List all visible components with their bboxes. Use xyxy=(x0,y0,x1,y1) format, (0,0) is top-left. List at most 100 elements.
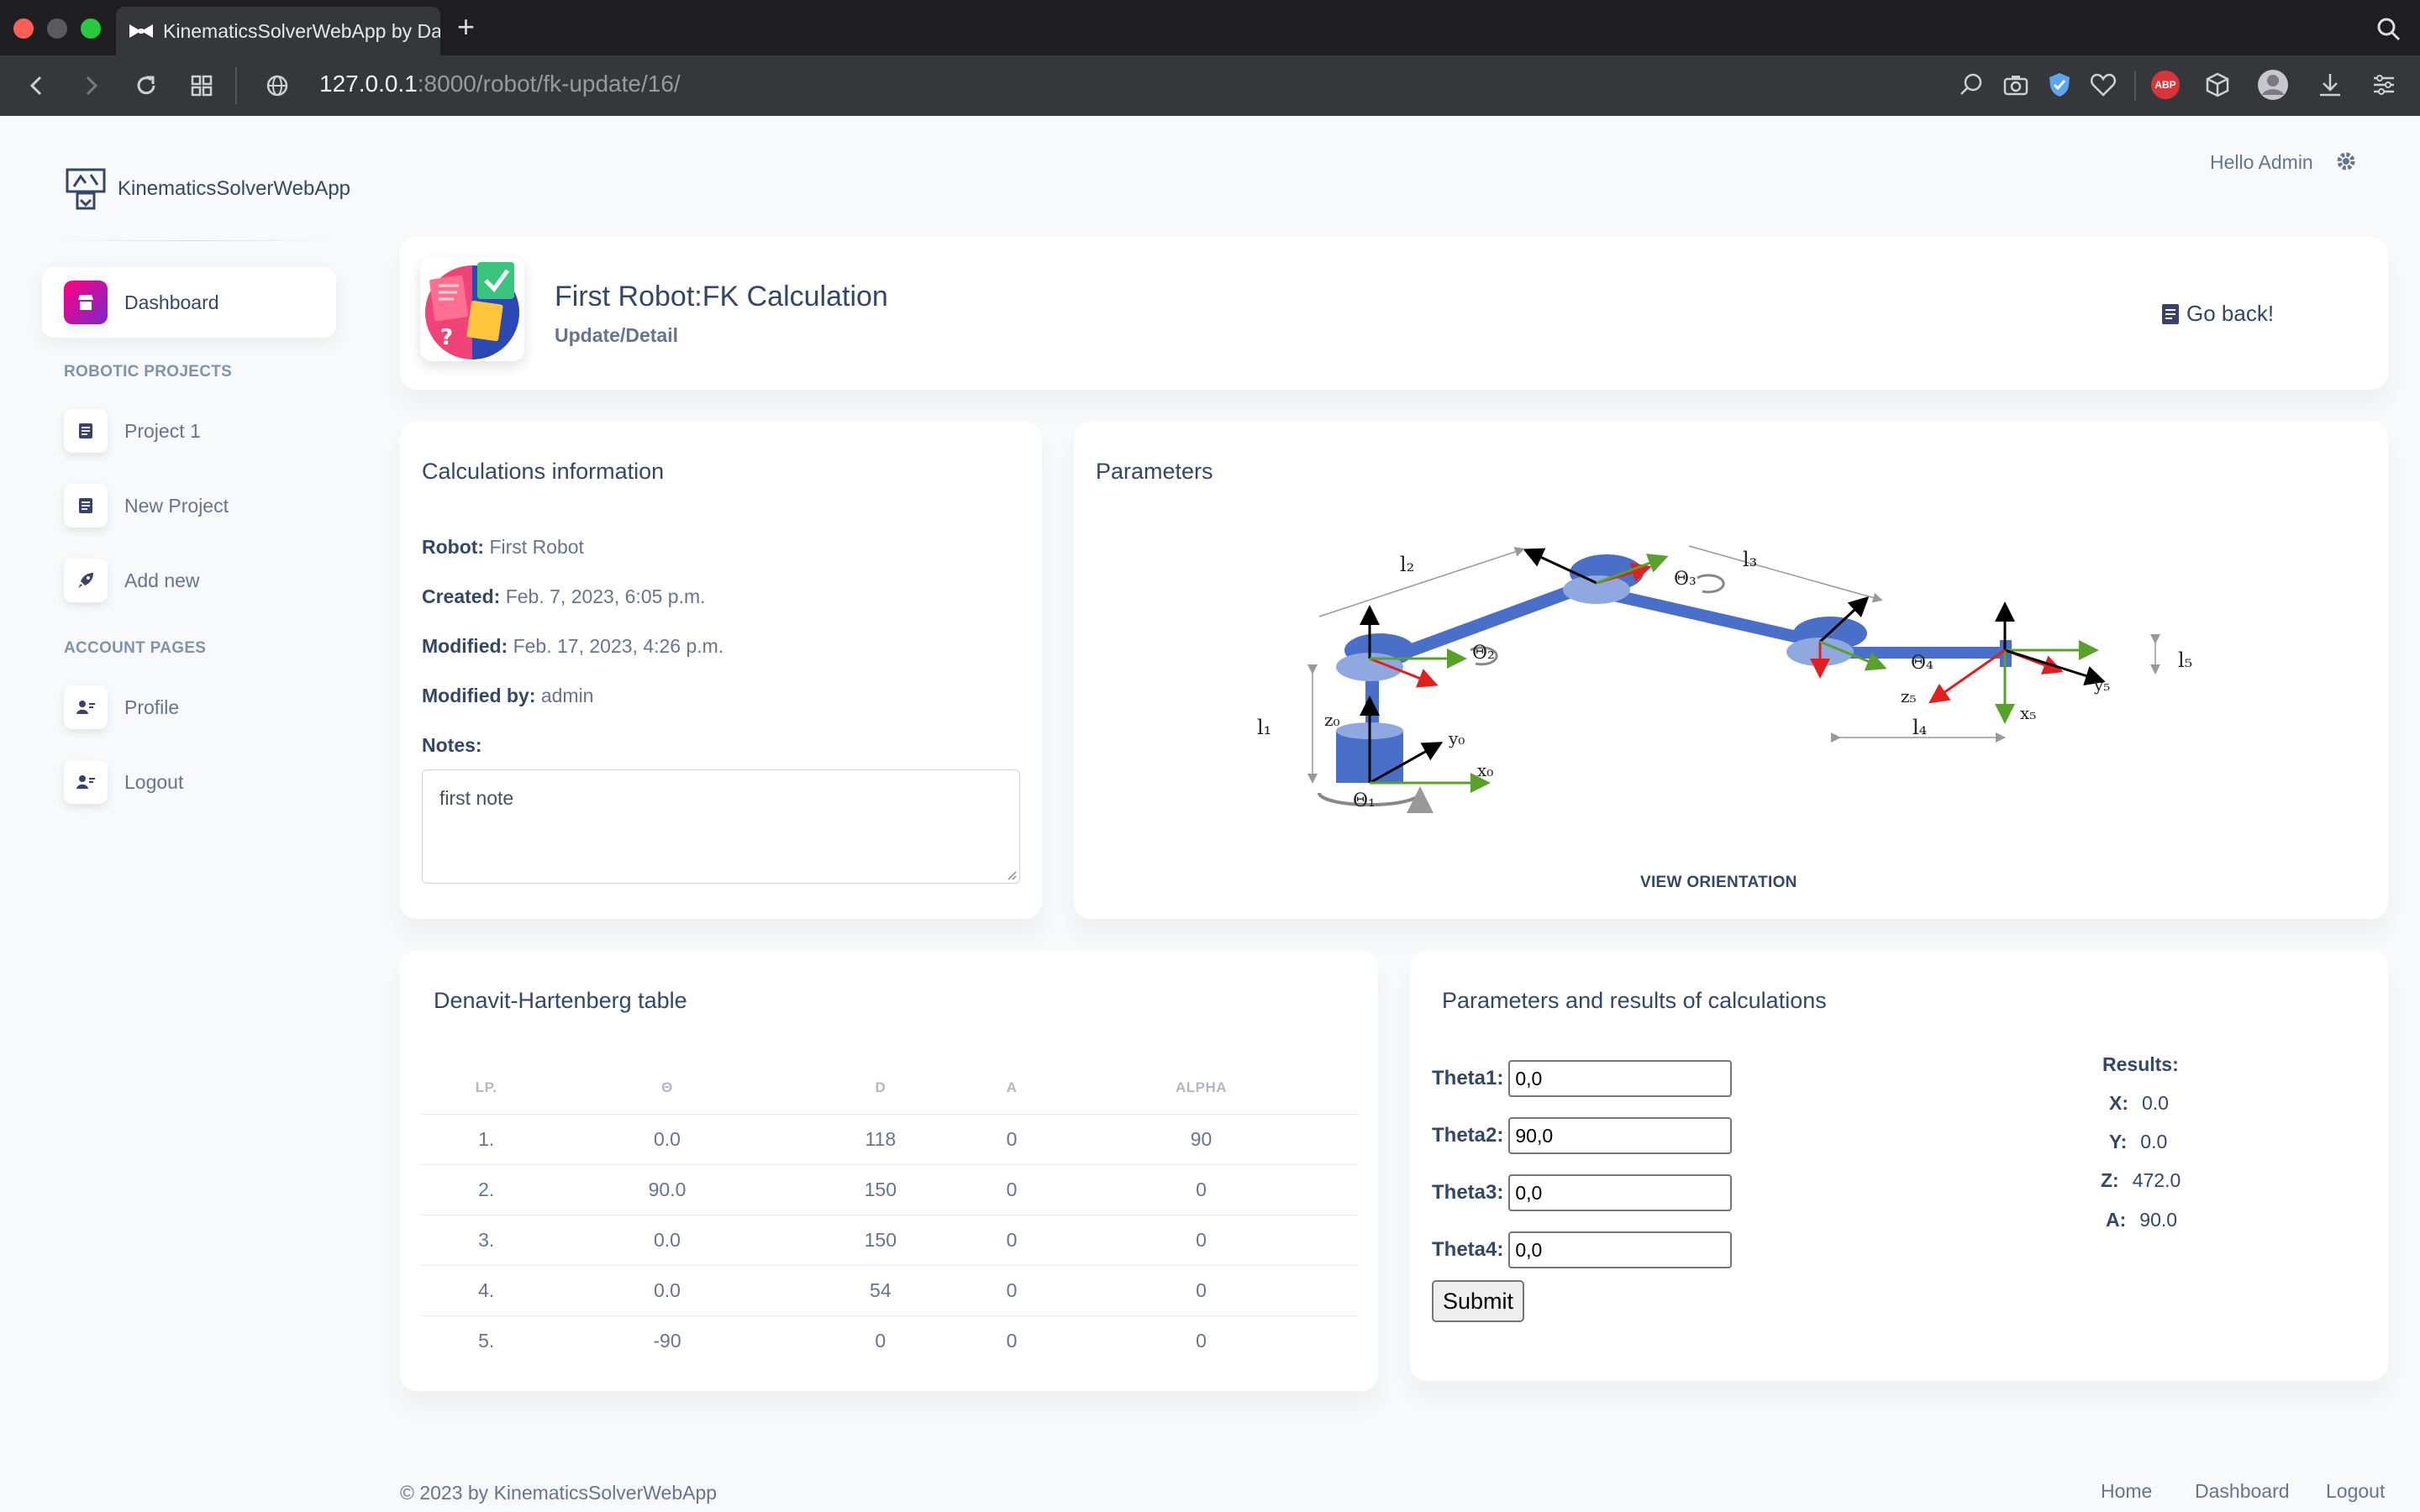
sidebar-item-project-1[interactable]: Project 1 xyxy=(64,409,201,453)
result-x-label: X: xyxy=(2109,1092,2128,1114)
modified-by-label: Modified by: xyxy=(422,685,536,706)
menu-icon[interactable] xyxy=(2370,71,2398,99)
modified-by-row: Modified by: admin xyxy=(422,685,593,707)
address-bar[interactable]: 127.0.0.1:8000/robot/fk-update/16/ xyxy=(319,71,681,97)
adblock-icon[interactable]: ABP xyxy=(2151,71,2180,99)
theta3-input[interactable] xyxy=(1508,1174,1733,1211)
diagram-label-l1: l₁ xyxy=(1257,716,1271,739)
theta2-input[interactable] xyxy=(1508,1117,1733,1154)
svg-text:?: ? xyxy=(440,325,453,350)
footer-logout-link[interactable]: Logout xyxy=(2326,1480,2385,1503)
table-cell: 0 xyxy=(978,1164,1045,1215)
theta4-input[interactable] xyxy=(1508,1231,1733,1268)
sidebar-item-dashboard[interactable]: Dashboard xyxy=(64,281,219,324)
notes-row: Notes: xyxy=(422,734,482,757)
heart-icon[interactable] xyxy=(2089,71,2118,99)
new-tab-button[interactable]: + xyxy=(457,12,475,42)
modified-row: Modified: Feb. 17, 2023, 4:26 p.m. xyxy=(422,635,723,658)
table-row: 3. 0.0 150 0 0 xyxy=(420,1215,1358,1266)
profile-icon[interactable] xyxy=(2257,69,2289,101)
sidebar-section-account: ACCOUNT PAGES xyxy=(64,639,207,657)
footer-dashboard-link[interactable]: Dashboard xyxy=(2195,1480,2290,1503)
browser-tab[interactable]: KinematicsSolverWebApp by Da xyxy=(116,7,440,55)
result-x: X: 0.0 xyxy=(2109,1092,2169,1115)
back-icon[interactable] xyxy=(24,72,50,99)
toolbar-divider xyxy=(235,67,237,104)
brand[interactable]: KinematicsSolverWebApp xyxy=(66,168,350,210)
table-cell: 5. xyxy=(478,1329,495,1352)
box-icon[interactable] xyxy=(2203,71,2232,99)
footer-home-link[interactable]: Home xyxy=(2101,1480,2152,1503)
theta1-input[interactable] xyxy=(1508,1060,1733,1097)
user-icon xyxy=(64,760,108,804)
forward-icon[interactable] xyxy=(77,72,104,99)
document-icon xyxy=(2162,303,2179,324)
shield-icon[interactable] xyxy=(2045,71,2074,99)
column-header: ALPHA xyxy=(1044,1062,1358,1115)
search-icon[interactable] xyxy=(1958,71,1986,99)
bowtie-icon xyxy=(129,24,153,38)
globe-icon[interactable] xyxy=(264,72,291,99)
table-cell: 0 xyxy=(875,1329,886,1352)
url-host: 127.0.0.1 xyxy=(319,71,418,97)
table-cell: 90 xyxy=(1044,1114,1358,1165)
table-cell: 90.0 xyxy=(552,1164,782,1215)
table-row: 2. 90.0 150 0 0 xyxy=(420,1164,1358,1215)
tabs-grid-icon[interactable] xyxy=(188,72,215,99)
table-cell: 3. xyxy=(420,1215,553,1266)
table-cell: 1. xyxy=(420,1114,553,1165)
sidebar-item-label: Logout xyxy=(124,770,184,793)
column-header: A xyxy=(978,1062,1045,1115)
sidebar-item-profile[interactable]: Profile xyxy=(64,685,179,729)
diagram-label-l2: l₂ xyxy=(1400,553,1414,576)
go-back-link[interactable]: Go back! xyxy=(2161,301,2274,327)
gear-icon[interactable] xyxy=(2334,150,2358,173)
result-a-value: 90.0 xyxy=(2139,1209,2178,1231)
sidebar-item-logout[interactable]: Logout xyxy=(64,760,183,804)
theta3-label: Theta3: xyxy=(1432,1181,1504,1204)
notes-illustration-icon: ? xyxy=(425,262,519,360)
robot-row: Robot: First Robot xyxy=(422,536,584,559)
dh-table: LP. Θ D A ALPHA 1. 0.0 118 0 90 2. 90.0 150 0 0 … xyxy=(420,1062,1358,1366)
results-title: Parameters and results of calculations xyxy=(1442,988,1827,1013)
calc-info-title: Calculations information xyxy=(422,459,665,484)
sidebar-item-label: Profile xyxy=(124,696,180,718)
submit-button[interactable]: Submit xyxy=(1432,1280,1524,1322)
diagram-label-l4: l₄ xyxy=(1912,716,1927,739)
result-a-label: A: xyxy=(2106,1209,2127,1231)
table-cell: 150 xyxy=(781,1164,979,1215)
diagram-label-y5: y₅ xyxy=(2093,675,2110,695)
created-value: Feb. 7, 2023, 6:05 p.m. xyxy=(505,585,706,607)
search-icon[interactable] xyxy=(2376,17,2402,42)
camera-icon[interactable] xyxy=(2002,71,2030,99)
toolbar-divider xyxy=(2134,71,2136,101)
sidebar-item-label: Project 1 xyxy=(124,419,201,442)
sidebar-item-add-new[interactable]: Add new xyxy=(64,559,200,602)
user-icon xyxy=(64,685,108,729)
robot-arm-diagram: l₂ l₃ l₁ l₄ l₅ Θ₁ Θ₂ Θ₃ Θ₄ z₀ y₀ x₀ z₅ y… xyxy=(1257,545,2192,814)
table-cell: 150 xyxy=(781,1215,979,1266)
column-header: LP. xyxy=(420,1062,553,1115)
resize-handle-icon[interactable] xyxy=(1005,869,1017,880)
download-icon[interactable] xyxy=(2316,71,2344,99)
table-cell: 4. xyxy=(420,1265,553,1316)
table-cell: 0 xyxy=(978,1265,1045,1316)
theta2-row: Theta2: xyxy=(1432,1117,1733,1154)
results-label: Results: xyxy=(2102,1053,2179,1075)
url-path: :8000/robot/fk-update/16/ xyxy=(417,71,681,97)
notes-textarea[interactable]: first note xyxy=(422,769,1020,884)
window-minimize-button[interactable] xyxy=(47,18,67,39)
sidebar-item-new-project[interactable]: New Project xyxy=(64,484,229,528)
diagram-label-l3: l₃ xyxy=(1743,548,1757,571)
adblock-label: ABP xyxy=(2154,79,2176,91)
sidebar-item-label: Add new xyxy=(124,569,200,591)
column-header: Θ xyxy=(552,1062,782,1115)
window-maximize-button[interactable] xyxy=(81,18,101,39)
user-greeting[interactable]: Hello Admin xyxy=(2210,151,2313,174)
tab-title: KinematicsSolverWebApp by Da xyxy=(163,19,440,42)
window-close-button[interactable] xyxy=(13,18,34,39)
reload-icon[interactable] xyxy=(133,72,160,99)
table-cell: 2. xyxy=(420,1164,553,1215)
table-row: 5. -90 0 0 0 xyxy=(420,1315,1358,1366)
view-orientation-link[interactable]: VIEW ORIENTATION xyxy=(1640,874,1797,892)
